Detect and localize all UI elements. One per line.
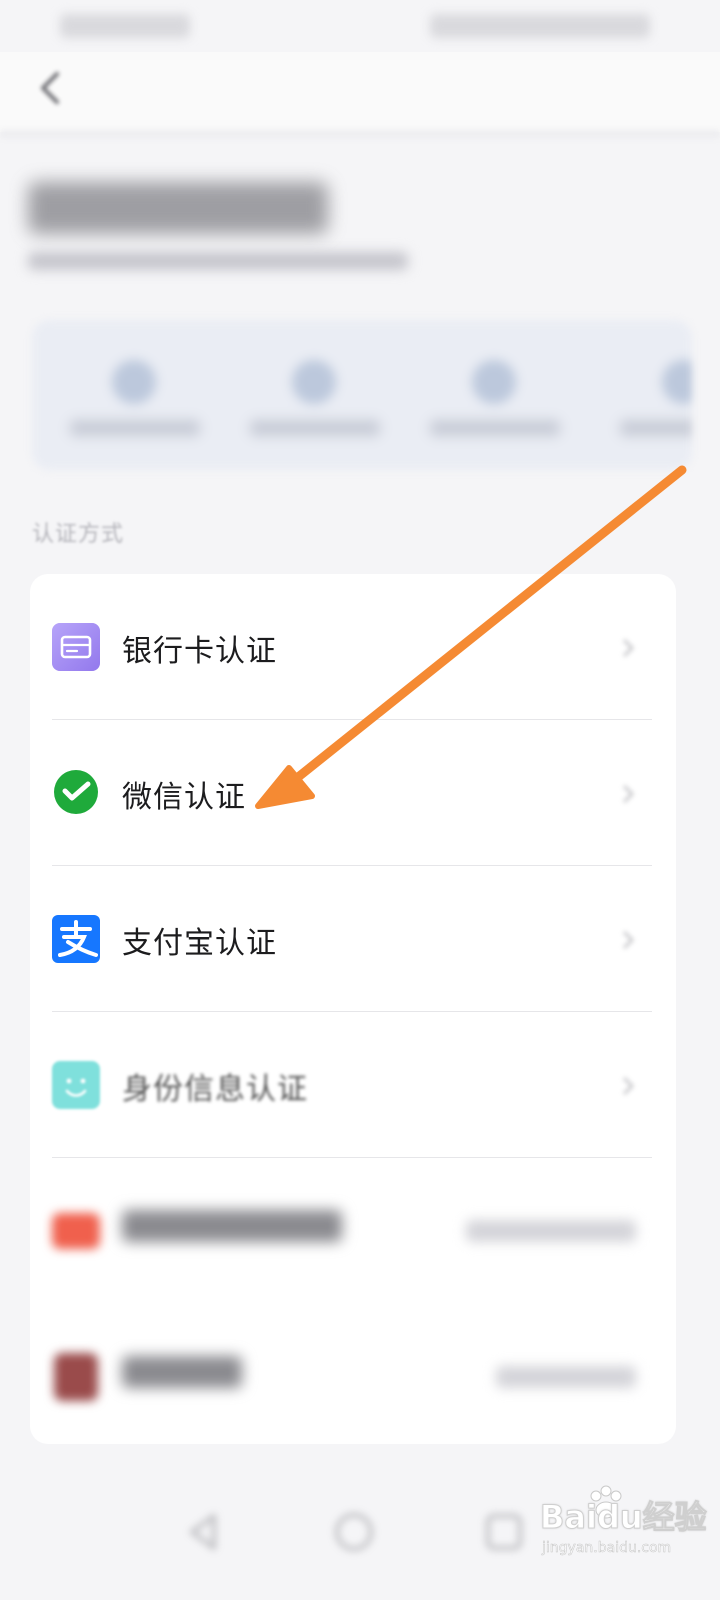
feature-strip: [32, 320, 692, 470]
feature-item: [412, 320, 572, 470]
page-subtitle-blurred: [28, 252, 408, 270]
chevron-right-icon: [622, 930, 635, 950]
nav-recents-icon[interactable]: [480, 1508, 528, 1556]
auth-page: 认证方式 银行卡认证 微信认证 支付宝认证 身份信息认证 Baidu经验 jin…: [0, 0, 720, 1600]
nav-back-icon[interactable]: [180, 1508, 228, 1556]
status-right-blur: [430, 14, 650, 38]
method-label-blurred: [122, 1210, 342, 1242]
method-row-wechat[interactable]: 微信认证: [30, 720, 676, 866]
baidu-watermark: Baidu经验 jingyan.baidu.com: [540, 1485, 710, 1582]
bank-card-icon: [52, 623, 100, 671]
method-row-certificate[interactable]: [30, 1158, 676, 1304]
feature-item: [52, 320, 212, 470]
method-row-alipay[interactable]: 支付宝认证: [30, 866, 676, 1012]
method-row-bank-card[interactable]: 银行卡认证: [30, 574, 676, 720]
face-id-icon: [52, 1061, 100, 1109]
header-divider: [0, 130, 720, 138]
alipay-icon: [52, 915, 100, 963]
method-label: 微信认证: [122, 780, 246, 815]
section-label: 认证方式: [32, 522, 125, 547]
method-label: 银行卡认证: [122, 634, 277, 669]
watermark-main: Baidu经验: [540, 1498, 708, 1537]
wechat-pay-icon: [54, 770, 98, 814]
page-title-blurred: [28, 182, 328, 234]
certificate-icon: [52, 1213, 100, 1249]
header: [0, 52, 720, 132]
method-label-blurred: [122, 1356, 242, 1388]
chevron-right-icon: [622, 1076, 635, 1096]
watermark-sub: jingyan.baidu.com: [542, 1540, 672, 1557]
back-arrow-icon: [41, 72, 59, 104]
feature-item: [232, 320, 392, 470]
auth-methods-card: 银行卡认证 微信认证 支付宝认证 身份信息认证: [30, 574, 676, 1444]
nav-home-icon[interactable]: [330, 1508, 378, 1556]
chevron-right-icon: [622, 784, 635, 804]
method-row-passport[interactable]: [30, 1304, 676, 1450]
method-label: 支付宝认证: [122, 926, 277, 961]
back-button[interactable]: [28, 66, 72, 110]
passport-icon: [54, 1353, 98, 1401]
method-row-identity[interactable]: 身份信息认证: [30, 1012, 676, 1158]
row-hint-blurred: [496, 1366, 636, 1388]
status-bar: [0, 0, 720, 52]
row-hint-blurred: [466, 1220, 636, 1242]
feature-item: [602, 320, 692, 470]
chevron-right-icon: [622, 638, 635, 658]
method-label: 身份信息认证: [122, 1072, 308, 1107]
status-left-blur: [60, 14, 190, 38]
